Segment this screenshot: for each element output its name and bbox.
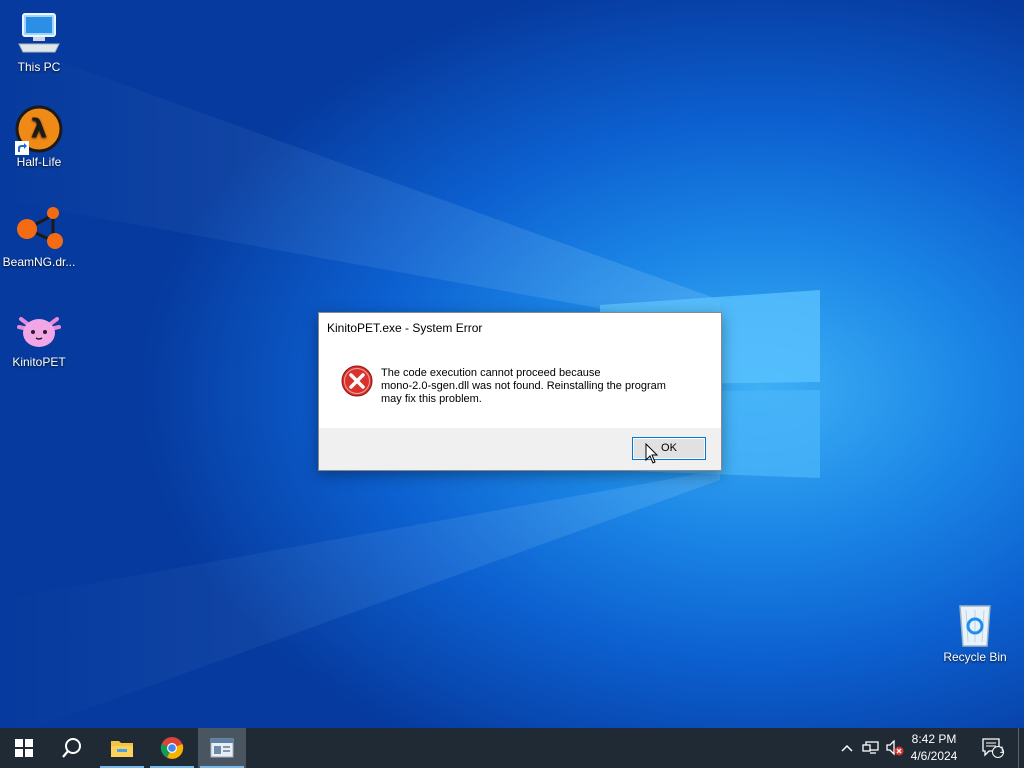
chrome-icon [160, 737, 184, 759]
error-icon [341, 365, 373, 397]
error-message-line: The code execution cannot proceed becaus… [381, 367, 601, 379]
clock[interactable]: 8:42 PM 4/6/2024 [904, 731, 964, 765]
kinitopet-taskbar-button[interactable] [198, 728, 246, 768]
kinitopet-app-icon [210, 738, 234, 758]
dialog-footer: OK [319, 428, 721, 470]
clock-time: 8:42 PM [911, 732, 957, 746]
desktop-icon-beamng[interactable]: BeamNG.dr... [0, 205, 78, 269]
dialog-title[interactable]: KinitoPET.exe - System Error [319, 313, 721, 343]
recycle-bin-icon [951, 600, 999, 648]
half-life-icon: λ [15, 105, 63, 155]
svg-text:λ: λ [31, 114, 47, 144]
desktop-icon-label: Half-Life [16, 155, 62, 169]
file-explorer-button[interactable] [98, 728, 146, 768]
computer-icon [15, 10, 63, 58]
desktop-icon-half-life[interactable]: λ Half-Life [0, 105, 78, 169]
volume-muted-icon [886, 740, 904, 756]
action-center-button[interactable]: 1 [978, 728, 1008, 768]
taskbar: 8:42 PM 4/6/2024 1 [0, 728, 1024, 768]
desktop-icon-label: Recycle Bin [943, 650, 1007, 664]
desktop-icon-label: KinitoPET [12, 355, 66, 369]
network-button[interactable] [860, 728, 882, 768]
notification-count-badge: 1 [999, 745, 1005, 755]
shortcut-arrow-icon [15, 141, 29, 155]
desktop-icon-this-pc[interactable]: This PC [0, 10, 78, 74]
system-error-dialog[interactable]: KinitoPET.exe - System Error The code ex… [318, 312, 722, 471]
desktop-icon-recycle-bin[interactable]: Recycle Bin [936, 600, 1014, 664]
volume-button[interactable] [884, 728, 906, 768]
search-icon [62, 738, 81, 758]
error-message: The code execution cannot proceed becaus… [381, 367, 701, 406]
dialog-body: The code execution cannot proceed becaus… [319, 343, 721, 427]
file-explorer-icon [111, 741, 133, 757]
error-message-line: mono-2.0-sgen.dll was not found. Reinsta… [381, 380, 666, 392]
show-desktop-button[interactable] [1018, 728, 1024, 768]
tray-overflow-button[interactable] [838, 728, 856, 768]
ok-button[interactable]: OK [632, 437, 706, 460]
kinitopet-icon [15, 305, 63, 353]
beamng-icon [15, 205, 63, 253]
desktop-icon-kinitopet[interactable]: KinitoPET [0, 305, 78, 369]
search-button[interactable] [48, 728, 96, 768]
desktop: This PC λ Half-Life BeamNG.dr... KinitoP… [0, 0, 1024, 728]
start-button[interactable] [0, 728, 48, 768]
windows-start-icon [15, 739, 33, 757]
mouse-cursor-icon [645, 443, 659, 464]
clock-date: 4/6/2024 [910, 749, 958, 763]
error-message-line: may fix this problem. [381, 393, 482, 405]
chevron-up-icon [841, 744, 853, 752]
network-icon [862, 741, 879, 754]
desktop-icon-label: BeamNG.dr... [2, 255, 76, 269]
desktop-icon-label: This PC [17, 60, 61, 74]
chrome-button[interactable] [148, 728, 196, 768]
